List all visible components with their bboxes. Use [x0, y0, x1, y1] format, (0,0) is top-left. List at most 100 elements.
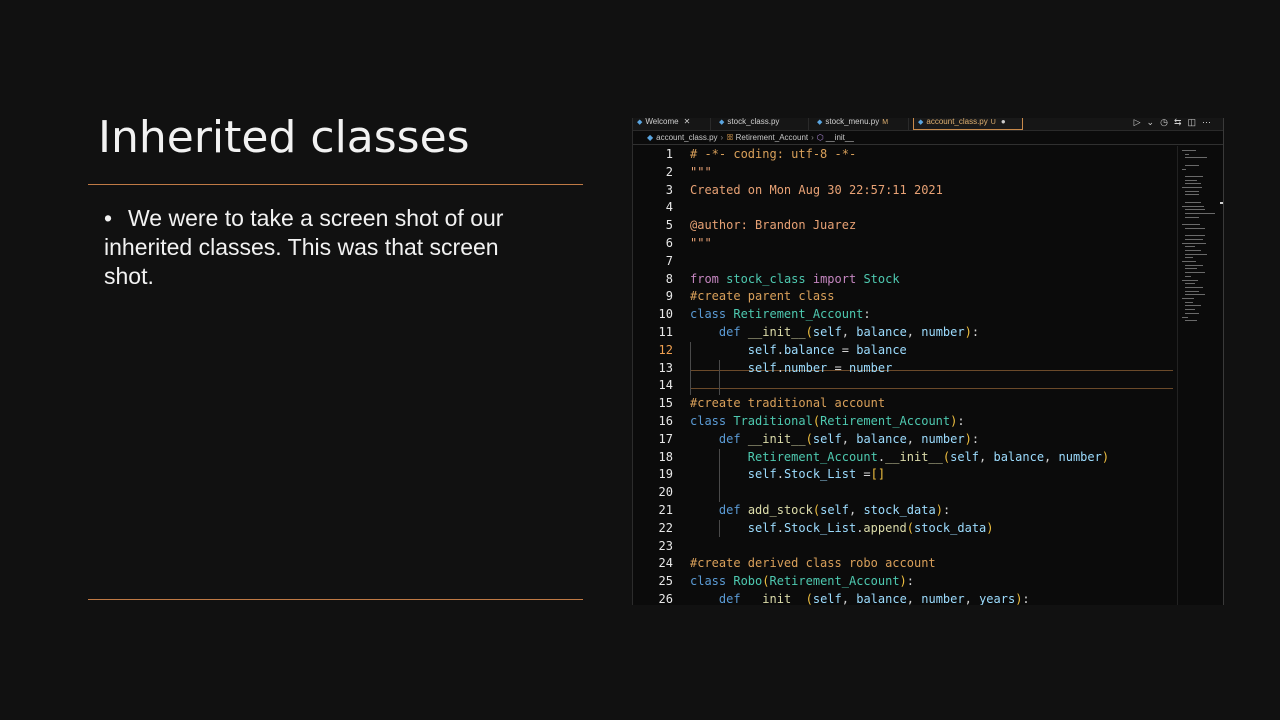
class-symbol-icon: ꕥ [726, 133, 734, 142]
run-icon[interactable]: ▷ [1134, 118, 1147, 127]
breadcrumb-class[interactable]: Retirement_Account [736, 133, 808, 142]
code-line[interactable]: 25 class Robo(Retirement_Account): [633, 573, 1173, 591]
line-number: 5 [665, 218, 673, 233]
minimap-line [1182, 316, 1188, 318]
unsaved-dot-icon[interactable]: ● [1001, 118, 1006, 126]
python-file-icon: ◆ [719, 119, 725, 126]
chevron-down-icon[interactable]: ⌄ [1147, 118, 1161, 127]
code-line[interactable]: 1 # -*- coding: utf-8 -*- [633, 146, 1173, 164]
code-line[interactable]: 13 self.number = number [633, 360, 1173, 378]
minimap-line [1182, 205, 1204, 207]
split-editor-icon[interactable]: ◫ [1187, 118, 1202, 127]
timeline-icon[interactable]: ◷ [1160, 118, 1174, 127]
code-line[interactable]: 21 def add_stock(self, stock_data): [633, 502, 1173, 520]
minimap-line [1185, 194, 1199, 196]
minimap-line [1185, 153, 1189, 155]
code-line[interactable]: 18 Retirement_Account.__init__(self, bal… [633, 449, 1173, 467]
python-file-icon: ◆ [918, 119, 924, 126]
tab-label: account_class.py [926, 118, 988, 126]
code-text: Retirement_Account.__init__(self, balanc… [747, 449, 1110, 464]
minimap-line [1185, 209, 1205, 211]
code-line[interactable]: 8 from stock_class import Stock [633, 271, 1173, 289]
minimap-line [1185, 238, 1203, 240]
code-line[interactable]: 23 [633, 538, 1173, 556]
minimap-line [1185, 179, 1197, 181]
code-line[interactable]: 19 self.Stock_List =[] [633, 466, 1173, 484]
code-line[interactable]: 14 [633, 377, 1173, 395]
code-text: class Retirement_Account: [690, 307, 871, 322]
line-number: 26 [658, 591, 673, 605]
code-text: self.Stock_List.append(stock_data) [747, 520, 994, 535]
tab-stock-class[interactable]: ◆ stock_class.py [715, 118, 809, 130]
close-icon[interactable]: ✕ [684, 118, 691, 126]
line-number: 21 [658, 502, 673, 517]
tab-account-class[interactable]: ◆ account_class.py U ● [913, 118, 1023, 130]
code-line[interactable]: 5 @author: Brandon Juarez [633, 217, 1173, 235]
code-line[interactable]: 24 #create derived class robo account [633, 555, 1173, 573]
minimap-line [1182, 242, 1206, 244]
minimap-line [1185, 183, 1201, 185]
chevron-right-icon: › [720, 133, 724, 142]
breadcrumb-file[interactable]: account_class.py [656, 133, 717, 142]
code-line[interactable]: 3 Created on Mon Aug 30 22:57:11 2021 [633, 182, 1173, 200]
line-number: 19 [658, 467, 673, 482]
code-text: from stock_class import Stock [690, 271, 900, 286]
line-number: 12 [658, 342, 673, 357]
code-line[interactable]: 10 class Retirement_Account: [633, 306, 1173, 324]
bullet-list: • We were to take a screen shot of our in… [104, 204, 544, 291]
minimap-line [1185, 301, 1193, 303]
code-line[interactable]: 16 class Traditional(Retirement_Account): [633, 413, 1173, 431]
code-line[interactable]: 11 def __init__(self, balance, number): [633, 324, 1173, 342]
more-actions-icon[interactable]: ⋯ [1202, 118, 1217, 127]
code-line[interactable]: 6 """ [633, 235, 1173, 253]
minimap-line [1185, 212, 1215, 214]
code-text: #create traditional account [690, 396, 886, 411]
minimap-line [1185, 309, 1195, 311]
line-number: 11 [658, 324, 673, 339]
tab-stock-menu[interactable]: ◆ stock_menu.py M [813, 118, 909, 130]
line-number: 17 [658, 431, 673, 446]
code-line[interactable]: 15 #create traditional account [633, 395, 1173, 413]
minimap[interactable] [1177, 146, 1223, 605]
line-number: 1 [665, 147, 673, 161]
untracked-badge: U [990, 119, 996, 126]
line-number: 10 [658, 307, 673, 322]
code-line[interactable]: 12 self.balance = balance [633, 342, 1173, 360]
line-number: 3 [665, 182, 673, 197]
code-line[interactable]: 26 def __init__(self, balance, number, y… [633, 591, 1173, 605]
title-divider [88, 184, 583, 185]
line-number: 25 [658, 574, 673, 589]
code-line[interactable]: 22 self.Stock_List.append(stock_data) [633, 520, 1173, 538]
minimap-line [1185, 246, 1195, 248]
python-file-icon: ◆ [647, 133, 654, 142]
code-line[interactable]: 9 #create parent class [633, 288, 1173, 306]
code-area[interactable]: 1 # -*- coding: utf-8 -*- 2 """ 3 Created on … [633, 146, 1173, 605]
minimap-line [1182, 279, 1198, 281]
minimap-line [1182, 224, 1200, 225]
code-line[interactable]: 4 [633, 199, 1173, 217]
code-line[interactable]: 7 [633, 253, 1173, 271]
code-text: self.number = number [747, 360, 893, 375]
compare-icon[interactable]: ⇆ [1174, 118, 1188, 127]
slide-title: Inherited classes [98, 112, 470, 163]
minimap-line [1185, 235, 1205, 237]
minimap-line [1185, 272, 1205, 274]
code-text: def __init__(self, balance, number): [718, 431, 980, 446]
code-text: def add_stock(self, stock_data): [718, 502, 951, 517]
minimap-line [1185, 157, 1207, 159]
code-text: """ [690, 235, 712, 250]
minimap-line [1185, 164, 1199, 166]
breadcrumb-method[interactable]: __init__ [826, 133, 854, 142]
editor-toolbar: ▷⌄◷⇆◫⋯ [1134, 118, 1217, 130]
vscode-icon: ◆ [637, 119, 643, 126]
line-number: 22 [658, 520, 673, 535]
code-text: self.balance = balance [747, 342, 907, 357]
python-file-icon: ◆ [817, 119, 823, 126]
code-line[interactable]: 2 """ [633, 164, 1173, 182]
code-line[interactable]: 20 [633, 484, 1173, 502]
tab-welcome[interactable]: ◆ Welcome ✕ [633, 118, 711, 130]
line-number: 2 [665, 164, 673, 179]
modified-badge: M [882, 119, 889, 126]
code-line[interactable]: 17 def __init__(self, balance, number): [633, 431, 1173, 449]
method-symbol-icon: ⬡ [816, 133, 824, 142]
